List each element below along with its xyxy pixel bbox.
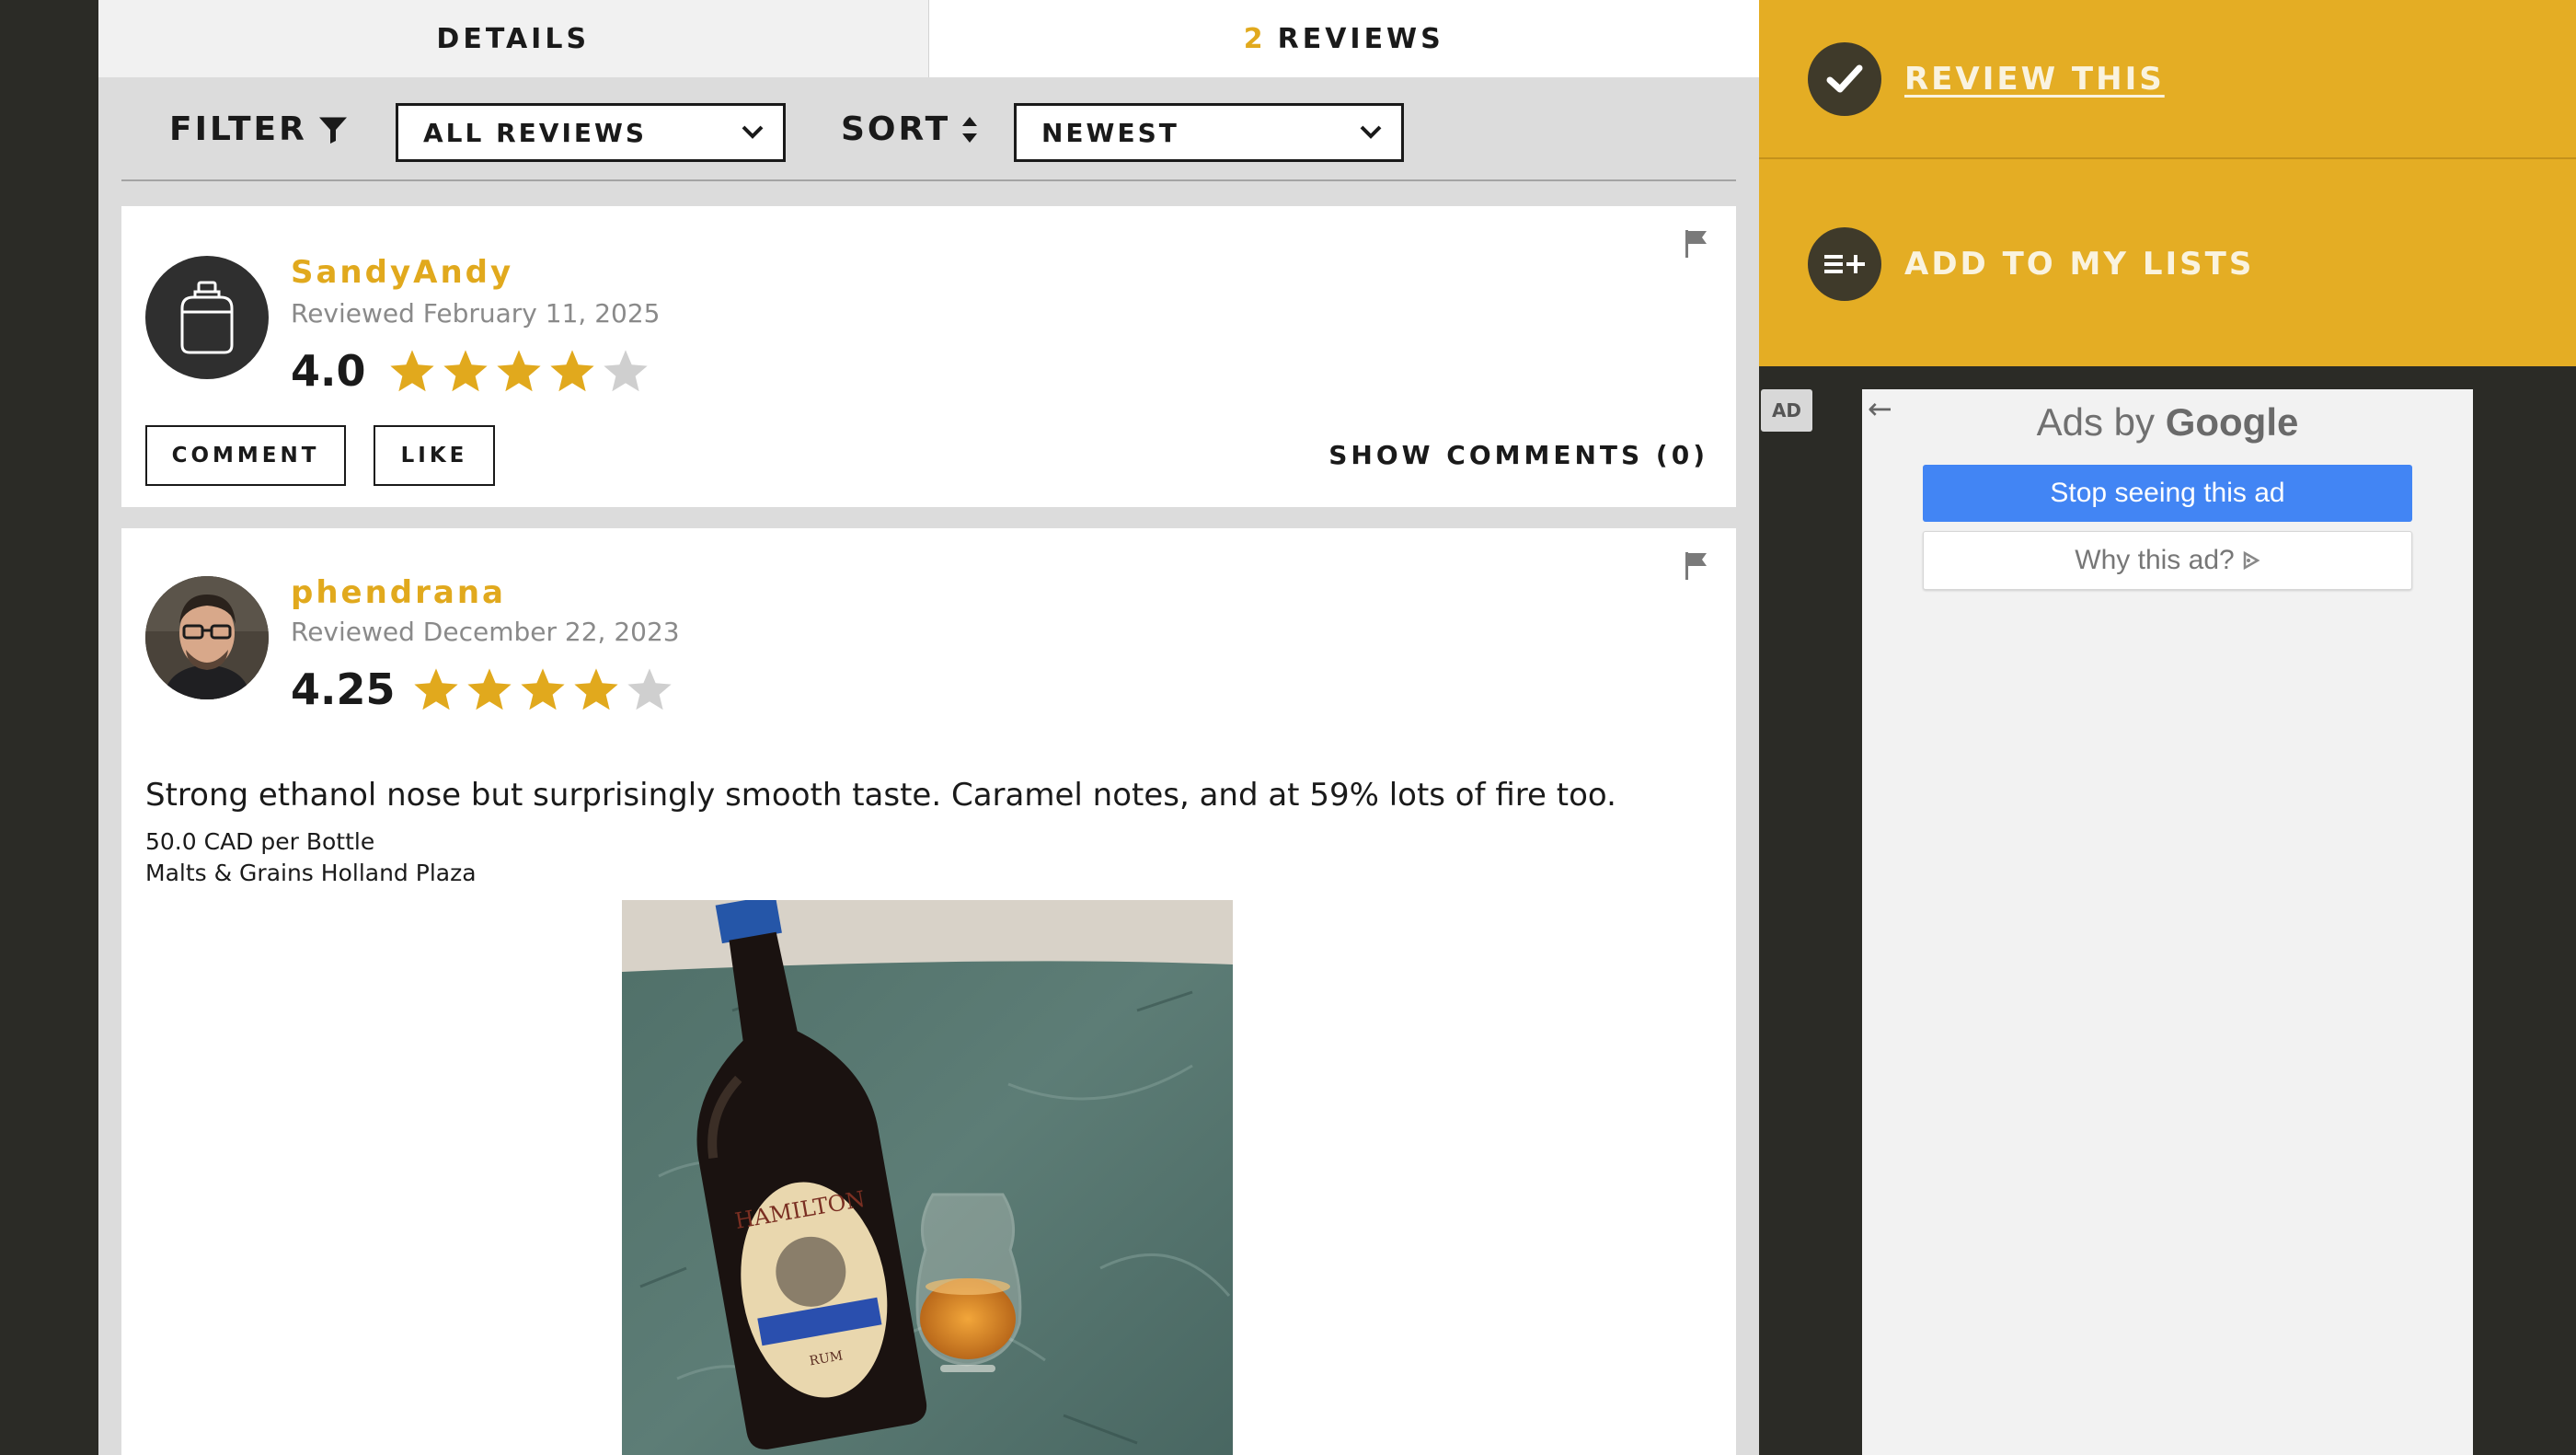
avatar[interactable] xyxy=(145,576,269,699)
review-this-button[interactable]: REVIEW THIS xyxy=(1759,0,2576,159)
star-empty-icon xyxy=(604,350,648,392)
comment-button[interactable]: COMMENT xyxy=(145,425,346,486)
star-filled-icon xyxy=(550,350,594,392)
flask-icon xyxy=(180,281,234,354)
add-list-icon-circle xyxy=(1808,226,1881,301)
review-card: SandyAndy Reviewed February 11, 2025 4.0… xyxy=(121,206,1736,507)
tab-reviews[interactable]: 2 REVIEWS xyxy=(928,0,1759,77)
chevron-down-icon xyxy=(1360,125,1382,139)
review-username[interactable]: SandyAndy xyxy=(291,254,513,291)
why-this-ad-label: Why this ad? xyxy=(2075,545,2235,575)
ad-badge: AD xyxy=(1761,389,1812,432)
show-comments-link[interactable]: SHOW COMMENTS (0) xyxy=(1328,440,1708,470)
avatar[interactable] xyxy=(145,256,269,379)
reviews-count: 2 xyxy=(1243,22,1267,55)
review-text: Strong ethanol nose but surprisingly smo… xyxy=(145,777,1616,814)
filter-label-text: FILTER xyxy=(169,110,307,148)
star-filled-icon xyxy=(467,668,512,710)
flag-icon[interactable] xyxy=(1683,550,1710,582)
reviews-main-column: DETAILS 2 REVIEWS FILTER ALL REVIEWS SOR… xyxy=(98,0,1759,1455)
user-photo xyxy=(145,576,269,699)
star-filled-icon xyxy=(574,668,618,710)
add-to-my-lists-label: ADD TO MY LISTS xyxy=(1904,245,2255,283)
review-date: Reviewed December 22, 2023 xyxy=(291,617,680,647)
review-date: Reviewed February 11, 2025 xyxy=(291,298,661,329)
adchoices-icon xyxy=(2243,550,2260,571)
rating-value: 4.0 xyxy=(291,346,366,396)
like-button[interactable]: LIKE xyxy=(374,425,495,486)
checkmark-icon xyxy=(1826,64,1863,92)
star-filled-icon xyxy=(521,668,565,710)
stop-seeing-ad-button[interactable]: Stop seeing this ad xyxy=(1923,465,2412,522)
funnel-icon xyxy=(318,117,347,144)
filter-bar: FILTER ALL REVIEWS SORT NEWEST xyxy=(121,77,1736,181)
star-filled-icon xyxy=(414,668,458,710)
review-username[interactable]: phendrana xyxy=(291,574,506,611)
star-filled-icon xyxy=(390,350,434,392)
filter-select-value: ALL REVIEWS xyxy=(423,117,648,148)
star-empty-icon xyxy=(627,668,672,710)
chevron-down-icon xyxy=(742,125,764,139)
review-this-label: REVIEW THIS xyxy=(1904,60,2165,98)
review-store: Malts & Grains Holland Plaza xyxy=(145,860,477,886)
sort-select[interactable]: NEWEST xyxy=(1014,103,1404,162)
star-rating xyxy=(388,348,650,396)
filter-label: FILTER xyxy=(169,110,350,148)
tab-reviews-label: REVIEWS xyxy=(1277,22,1444,55)
rating-value: 4.25 xyxy=(291,664,396,714)
sort-label: SORT xyxy=(841,110,980,148)
ad-container: ← Ads by Google Stop seeing this ad Why … xyxy=(1862,389,2473,1455)
why-this-ad-button[interactable]: Why this ad? xyxy=(1923,531,2412,590)
add-to-my-lists-button[interactable]: ADD TO MY LISTS xyxy=(1759,161,2576,366)
tab-details-label: DETAILS xyxy=(436,22,591,55)
action-panel: REVIEW THIS ADD TO MY LISTS xyxy=(1759,0,2576,366)
star-filled-icon xyxy=(497,350,541,392)
review-price: 50.0 CAD per Bottle xyxy=(145,828,375,855)
sort-arrows-icon xyxy=(962,116,978,143)
review-card: phendrana Reviewed December 22, 2023 4.2… xyxy=(121,528,1736,1455)
star-filled-icon xyxy=(443,350,488,392)
star-rating xyxy=(412,666,673,714)
add-list-icon xyxy=(1824,254,1865,273)
tab-bar: DETAILS 2 REVIEWS xyxy=(98,0,1759,77)
bottle-photo-image: HAMILTON RUM xyxy=(622,900,1233,1455)
flag-icon[interactable] xyxy=(1683,228,1710,260)
sort-label-text: SORT xyxy=(841,110,951,148)
ads-by-text: Ads by xyxy=(2036,400,2156,444)
sort-select-value: NEWEST xyxy=(1041,117,1179,148)
review-photo[interactable]: HAMILTON RUM xyxy=(622,900,1233,1455)
google-wordmark: Google xyxy=(2165,400,2299,444)
checkmark-icon-circle xyxy=(1808,41,1881,116)
ads-by-google-heading: Ads by Google xyxy=(1862,400,2473,445)
tab-details[interactable]: DETAILS xyxy=(98,0,929,77)
filter-select[interactable]: ALL REVIEWS xyxy=(396,103,786,162)
